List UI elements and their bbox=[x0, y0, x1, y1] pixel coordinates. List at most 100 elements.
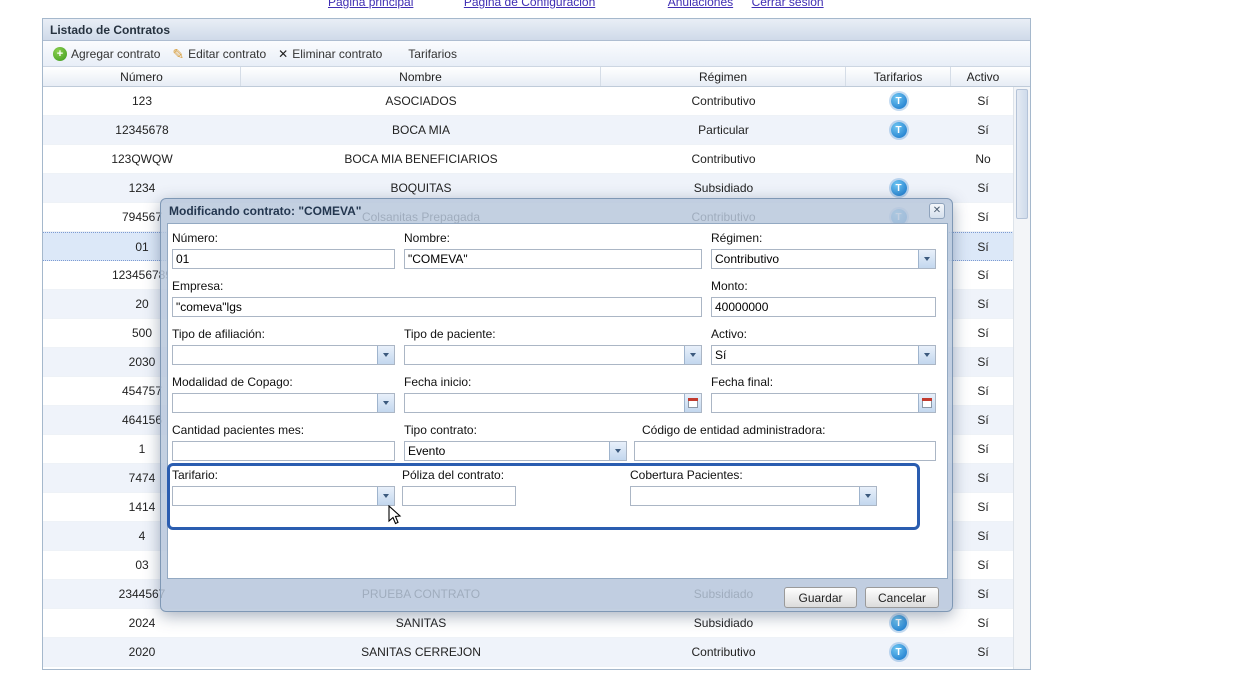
close-icon[interactable]: ✕ bbox=[929, 203, 945, 219]
tarifario-select[interactable] bbox=[172, 486, 395, 506]
add-contract-button[interactable]: + Agregar contrato bbox=[47, 44, 166, 64]
monto-input[interactable] bbox=[711, 297, 936, 317]
scrollbar-thumb[interactable] bbox=[1016, 89, 1028, 219]
tipo-contrato-label: Tipo contrato: bbox=[404, 423, 627, 437]
chevron-down-icon[interactable] bbox=[609, 442, 626, 460]
monto-label: Monto: bbox=[711, 279, 936, 293]
cantidad-pacientes-input[interactable] bbox=[172, 441, 395, 461]
delete-icon: ✕ bbox=[278, 47, 288, 61]
column-header-nombre[interactable]: Nombre bbox=[241, 67, 601, 86]
tarifario-icon[interactable]: T bbox=[891, 93, 907, 109]
cell-activo: Sí bbox=[951, 551, 1015, 579]
cell-tarifarios bbox=[846, 145, 951, 173]
tipo-contrato-select[interactable] bbox=[404, 441, 627, 461]
poliza-label: Póliza del contrato: bbox=[402, 468, 516, 482]
numero-label: Número: bbox=[172, 231, 395, 245]
edit-contract-label: Editar contrato bbox=[188, 47, 266, 61]
toolbar-separator bbox=[388, 46, 402, 62]
cobertura-select[interactable] bbox=[630, 486, 877, 506]
tipo-paciente-label: Tipo de paciente: bbox=[404, 327, 702, 341]
column-header-numero[interactable]: Número bbox=[43, 67, 241, 86]
chevron-down-icon[interactable] bbox=[918, 346, 935, 364]
cancelar-button[interactable]: Cancelar bbox=[865, 587, 939, 608]
cell-activo: Sí bbox=[951, 348, 1015, 376]
cell-numero: 123 bbox=[43, 87, 241, 115]
add-contract-label: Agregar contrato bbox=[71, 47, 160, 61]
tarifario-icon[interactable]: T bbox=[891, 644, 907, 660]
nav-link-anulaciones[interactable]: Anulaciones bbox=[668, 0, 733, 9]
cell-activo: Sí bbox=[951, 522, 1015, 550]
calendar-icon[interactable] bbox=[684, 394, 701, 412]
cell-numero: 2024 bbox=[43, 609, 241, 637]
modalidad-copago-select[interactable] bbox=[172, 393, 395, 413]
cell-nombre: BOCA MIA BENEFICIARIOS bbox=[241, 145, 601, 173]
codigo-entidad-label: Código de entidad administradora: bbox=[642, 423, 936, 437]
tipo-paciente-select[interactable] bbox=[404, 345, 702, 365]
cell-activo: Sí bbox=[951, 638, 1015, 666]
nombre-input[interactable] bbox=[404, 249, 702, 269]
edit-contract-form: Número: Nombre: Régimen: Empresa: Monto: bbox=[167, 223, 948, 579]
tipo-afiliacion-select[interactable] bbox=[172, 345, 395, 365]
table-row[interactable]: 123QWQW BOCA MIA BENEFICIARIOS Contribut… bbox=[43, 145, 1030, 174]
fecha-final-input[interactable] bbox=[711, 393, 936, 413]
cell-activo: Sí bbox=[951, 493, 1015, 521]
cell-activo: Sí bbox=[951, 174, 1015, 202]
cell-regimen: Contributivo bbox=[601, 87, 846, 115]
guardar-button[interactable]: Guardar bbox=[784, 587, 857, 608]
tarifario-icon[interactable]: T bbox=[891, 122, 907, 138]
activo-select[interactable] bbox=[711, 345, 936, 365]
cell-regimen: Contributivo bbox=[601, 145, 846, 173]
vertical-scrollbar[interactable] bbox=[1013, 87, 1030, 669]
nav-link-cerrar-sesion[interactable]: Cerrar sesión bbox=[752, 0, 824, 9]
chevron-down-icon[interactable] bbox=[377, 394, 394, 412]
cell-activo: Sí bbox=[951, 435, 1015, 463]
activo-label: Activo: bbox=[711, 327, 936, 341]
tarifario-icon[interactable]: T bbox=[891, 615, 907, 631]
table-row[interactable]: 2020 SANITAS CERREJON Contributivo T Sí bbox=[43, 638, 1030, 667]
fecha-inicio-label: Fecha inicio: bbox=[404, 375, 702, 389]
cell-nombre: BOCA MIA bbox=[241, 116, 601, 144]
chevron-down-icon[interactable] bbox=[377, 487, 394, 505]
cell-activo: No bbox=[951, 145, 1015, 173]
edit-contract-button[interactable]: ✎ Editar contrato bbox=[166, 44, 272, 64]
tarifarios-label: Tarifarios bbox=[408, 47, 457, 61]
cell-activo: Sí bbox=[951, 290, 1015, 318]
codigo-entidad-input[interactable] bbox=[634, 441, 936, 461]
cell-activo: Sí bbox=[951, 116, 1015, 144]
nombre-label: Nombre: bbox=[404, 231, 702, 245]
chevron-down-icon[interactable] bbox=[377, 346, 394, 364]
column-header-tarifarios[interactable]: Tarifarios bbox=[846, 67, 951, 86]
column-header-activo[interactable]: Activo bbox=[951, 67, 1015, 86]
chevron-down-icon[interactable] bbox=[684, 346, 701, 364]
cell-activo: Sí bbox=[951, 464, 1015, 492]
empresa-input[interactable] bbox=[172, 297, 702, 317]
nav-link-pagina-principal[interactable]: Página principal bbox=[328, 0, 413, 9]
numero-input[interactable] bbox=[172, 249, 395, 269]
column-header-regimen[interactable]: Régimen bbox=[601, 67, 846, 86]
cell-numero: 12345678 bbox=[43, 116, 241, 144]
calendar-icon[interactable] bbox=[918, 394, 935, 412]
poliza-input[interactable] bbox=[402, 486, 516, 506]
top-nav: Página principal Página de Configuración… bbox=[328, 0, 824, 11]
delete-contract-button[interactable]: ✕ Eliminar contrato bbox=[272, 44, 388, 64]
cell-activo: Sí bbox=[951, 377, 1015, 405]
cell-regimen: Subsidiado bbox=[601, 609, 846, 637]
table-row[interactable]: 12345678 BOCA MIA Particular T Sí bbox=[43, 116, 1030, 145]
regimen-label: Régimen: bbox=[711, 231, 936, 245]
fecha-final-label: Fecha final: bbox=[711, 375, 936, 389]
table-row[interactable]: 2024 SANITAS Subsidiado T Sí bbox=[43, 609, 1030, 638]
tarifario-icon[interactable]: T bbox=[891, 180, 907, 196]
tarifarios-button[interactable]: Tarifarios bbox=[402, 44, 463, 64]
cell-nombre: SANITAS CERREJON bbox=[241, 638, 601, 666]
cell-numero: 123QWQW bbox=[43, 145, 241, 173]
table-row[interactable]: 123 ASOCIADOS Contributivo T Sí bbox=[43, 87, 1030, 116]
chevron-down-icon[interactable] bbox=[859, 487, 876, 505]
edit-icon: ✎ bbox=[172, 47, 184, 61]
chevron-down-icon[interactable] bbox=[918, 250, 935, 268]
add-icon: + bbox=[53, 47, 67, 61]
regimen-select[interactable] bbox=[711, 249, 936, 269]
cell-activo: Sí bbox=[951, 261, 1015, 289]
tarifario-label: Tarifario: bbox=[172, 468, 395, 482]
nav-link-pagina-configuracion[interactable]: Página de Configuración bbox=[464, 0, 595, 9]
fecha-inicio-input[interactable] bbox=[404, 393, 702, 413]
